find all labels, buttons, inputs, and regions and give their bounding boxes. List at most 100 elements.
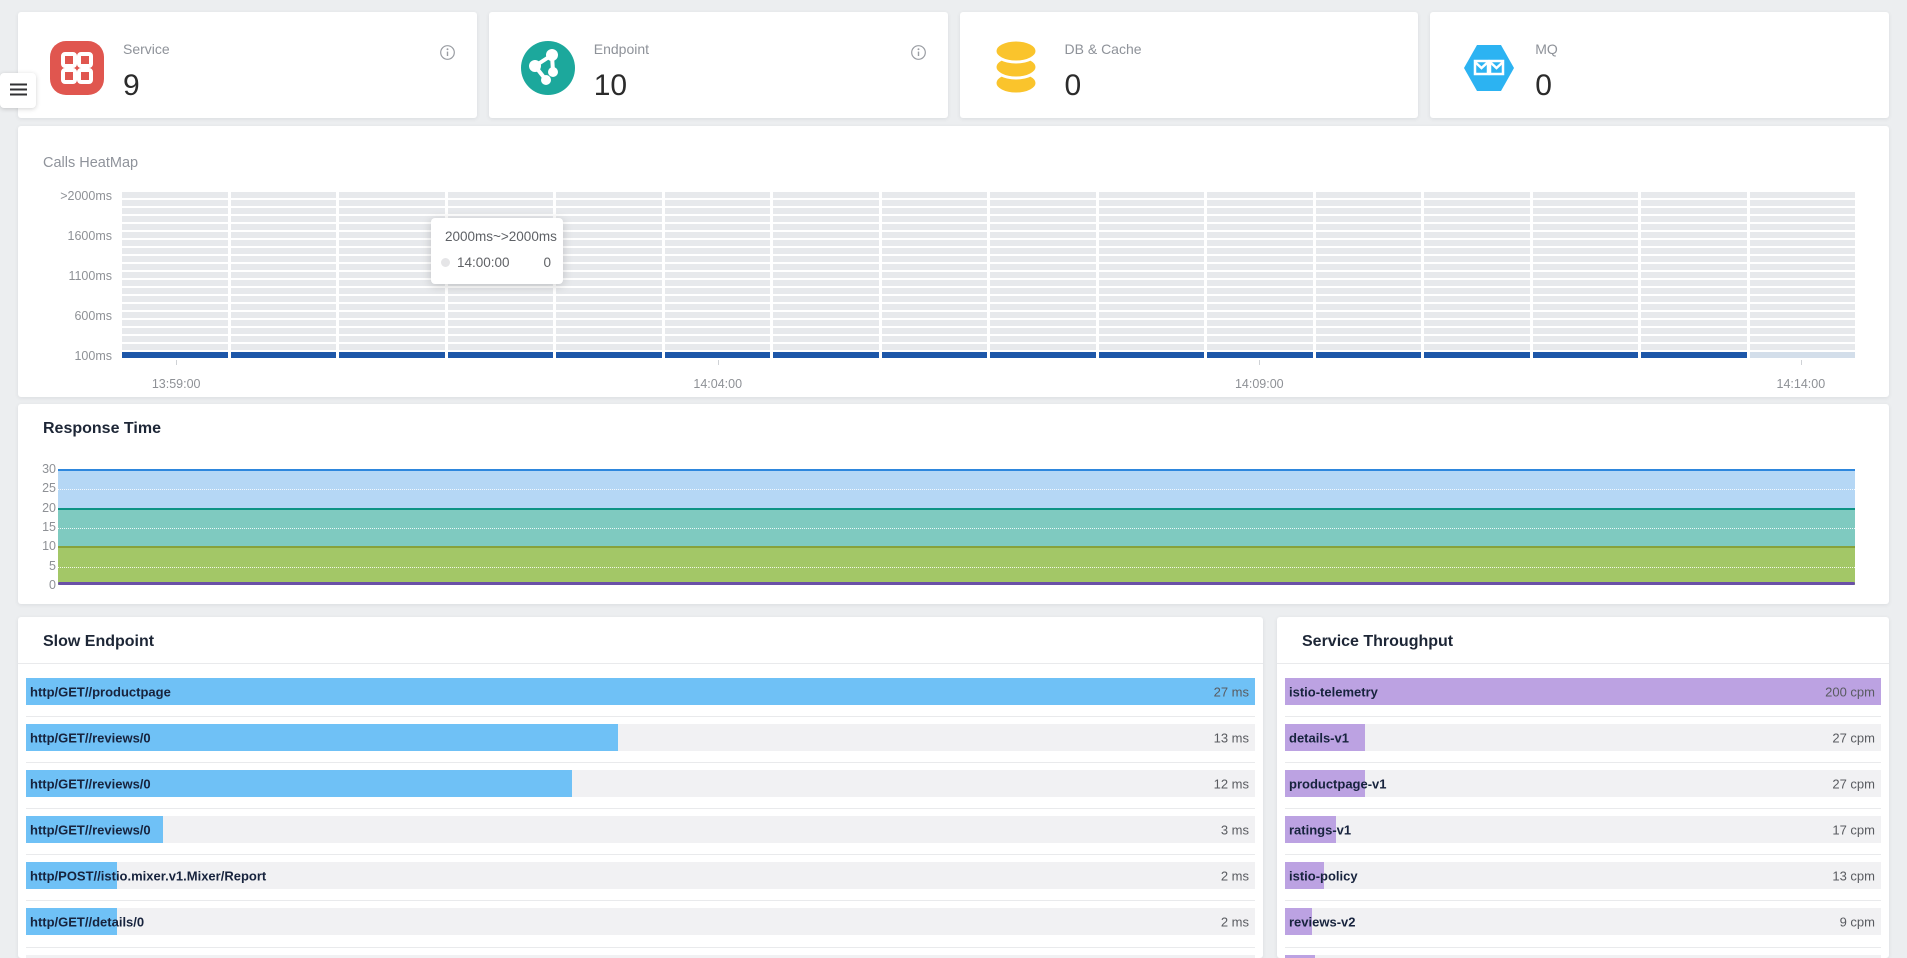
- heatmap-cell: [1316, 344, 1422, 350]
- heatmap-cell: [1099, 336, 1205, 342]
- heatmap-cell: [122, 304, 228, 310]
- heatmap-cell: [339, 288, 445, 294]
- calls-heatmap-panel: Calls HeatMap >2000ms1600ms1100ms600ms10…: [18, 126, 1889, 397]
- heatmap-cell: [1750, 200, 1856, 206]
- heatmap-cell: [882, 288, 988, 294]
- heatmap-grid[interactable]: [122, 192, 1855, 358]
- heatmap-cell: [122, 224, 228, 230]
- heatmap-cell: [339, 272, 445, 278]
- tooltip-title: 2000ms~>2000ms: [445, 229, 557, 244]
- heatmap-cell: [122, 208, 228, 214]
- heatmap-cell: [1099, 264, 1205, 270]
- heatmap-cell: [1641, 272, 1747, 278]
- heatmap-cell: [1207, 208, 1313, 214]
- heatmap-cell: [231, 304, 337, 310]
- slow-endpoint-title: Slow Endpoint: [43, 633, 154, 651]
- heatmap-cell: [1207, 312, 1313, 318]
- heatmap-cell: [773, 320, 879, 326]
- heatmap-cell: [665, 288, 771, 294]
- heatmap-cell: [1750, 232, 1856, 238]
- heatmap-cell: [882, 296, 988, 302]
- heatmap-cell: [773, 288, 879, 294]
- heatmap-cell: [1750, 248, 1856, 254]
- heatmap-cell: [556, 280, 662, 286]
- heatmap-cell: [1641, 320, 1747, 326]
- heatmap-cell: [231, 288, 337, 294]
- divider: [1285, 854, 1881, 855]
- heatmap-cell: [1750, 320, 1856, 326]
- heatmap-cell: [1750, 192, 1856, 198]
- heatmap-cell: [882, 272, 988, 278]
- heatmap-cell: [231, 224, 337, 230]
- heatmap-cell: [1099, 344, 1205, 350]
- heatmap-cell: [122, 256, 228, 262]
- heatmap-cell: [1207, 216, 1313, 222]
- heatmap-cell: [1641, 336, 1747, 342]
- bar-label: reviews-v2: [1289, 914, 1356, 929]
- heatmap-cell: [665, 240, 771, 246]
- heatmap-cell: [1533, 240, 1639, 246]
- heatmap-cell: [1533, 264, 1639, 270]
- heatmap-cell: [1641, 352, 1747, 358]
- heatmap-cell: [1533, 248, 1639, 254]
- heatmap-cell: [231, 312, 337, 318]
- heatmap-cell: [1207, 192, 1313, 198]
- heatmap-cell: [1424, 208, 1530, 214]
- heatmap-cell: [556, 240, 662, 246]
- heatmap-y-axis-label: 1600ms: [18, 228, 112, 244]
- bar-label: details-v1: [1289, 730, 1349, 745]
- heatmap-cell: [773, 208, 879, 214]
- response-y-axis-label: 20: [22, 500, 56, 516]
- response-time-band: [58, 546, 1855, 585]
- heatmap-cell: [1099, 304, 1205, 310]
- heatmap-cell: [665, 192, 771, 198]
- heatmap-cell: [556, 304, 662, 310]
- heatmap-cell: [1750, 296, 1856, 302]
- heatmap-cell: [122, 312, 228, 318]
- heatmap-cell: [1750, 264, 1856, 270]
- heatmap-cell: [1750, 344, 1856, 350]
- heatmap-cell: [339, 280, 445, 286]
- heatmap-cell: [1750, 256, 1856, 262]
- heatmap-cell: [773, 192, 879, 198]
- heatmap-cell: [990, 272, 1096, 278]
- heatmap-cell: [1641, 344, 1747, 350]
- heatmap-y-axis-label: >2000ms: [18, 188, 112, 204]
- heatmap-cell: [665, 272, 771, 278]
- divider: [1285, 947, 1881, 948]
- heatmap-cell: [773, 272, 879, 278]
- heatmap-cell: [990, 264, 1096, 270]
- heatmap-cell: [990, 312, 1096, 318]
- heatmap-cell: [882, 352, 988, 358]
- heatmap-x-axis-label: 13:59:00: [121, 376, 231, 392]
- heatmap-cell: [448, 296, 554, 302]
- heatmap-cell: [1316, 240, 1422, 246]
- menu-button[interactable]: [0, 73, 36, 108]
- divider: [18, 663, 1263, 664]
- heatmap-cell: [1207, 344, 1313, 350]
- heatmap-cell: [990, 200, 1096, 206]
- bar-list-row: reviews-v29 cpm: [1285, 908, 1881, 935]
- response-time-panel: Response Time 302520151050: [18, 404, 1889, 604]
- heatmap-cell: [990, 192, 1096, 198]
- heatmap-cell: [1641, 296, 1747, 302]
- info-icon[interactable]: [911, 45, 926, 60]
- heatmap-cell: [1641, 232, 1747, 238]
- divider: [26, 808, 1255, 809]
- response-time-chart[interactable]: [58, 469, 1855, 585]
- heatmap-cell: [990, 336, 1096, 342]
- heatmap-cell: [1424, 240, 1530, 246]
- divider: [1285, 762, 1881, 763]
- response-y-axis-label: 30: [22, 461, 56, 477]
- divider: [26, 947, 1255, 948]
- heatmap-cell: [1424, 200, 1530, 206]
- heatmap-cell: [773, 264, 879, 270]
- stat-card-label: Endpoint: [594, 41, 649, 57]
- heatmap-cell: [1099, 296, 1205, 302]
- tooltip-series-marker-icon: [441, 258, 450, 267]
- heatmap-cell: [1750, 240, 1856, 246]
- info-icon[interactable]: [440, 45, 455, 60]
- heatmap-cell: [1533, 328, 1639, 334]
- response-time-band: [58, 469, 1855, 508]
- stat-card-value: 0: [1535, 70, 1552, 102]
